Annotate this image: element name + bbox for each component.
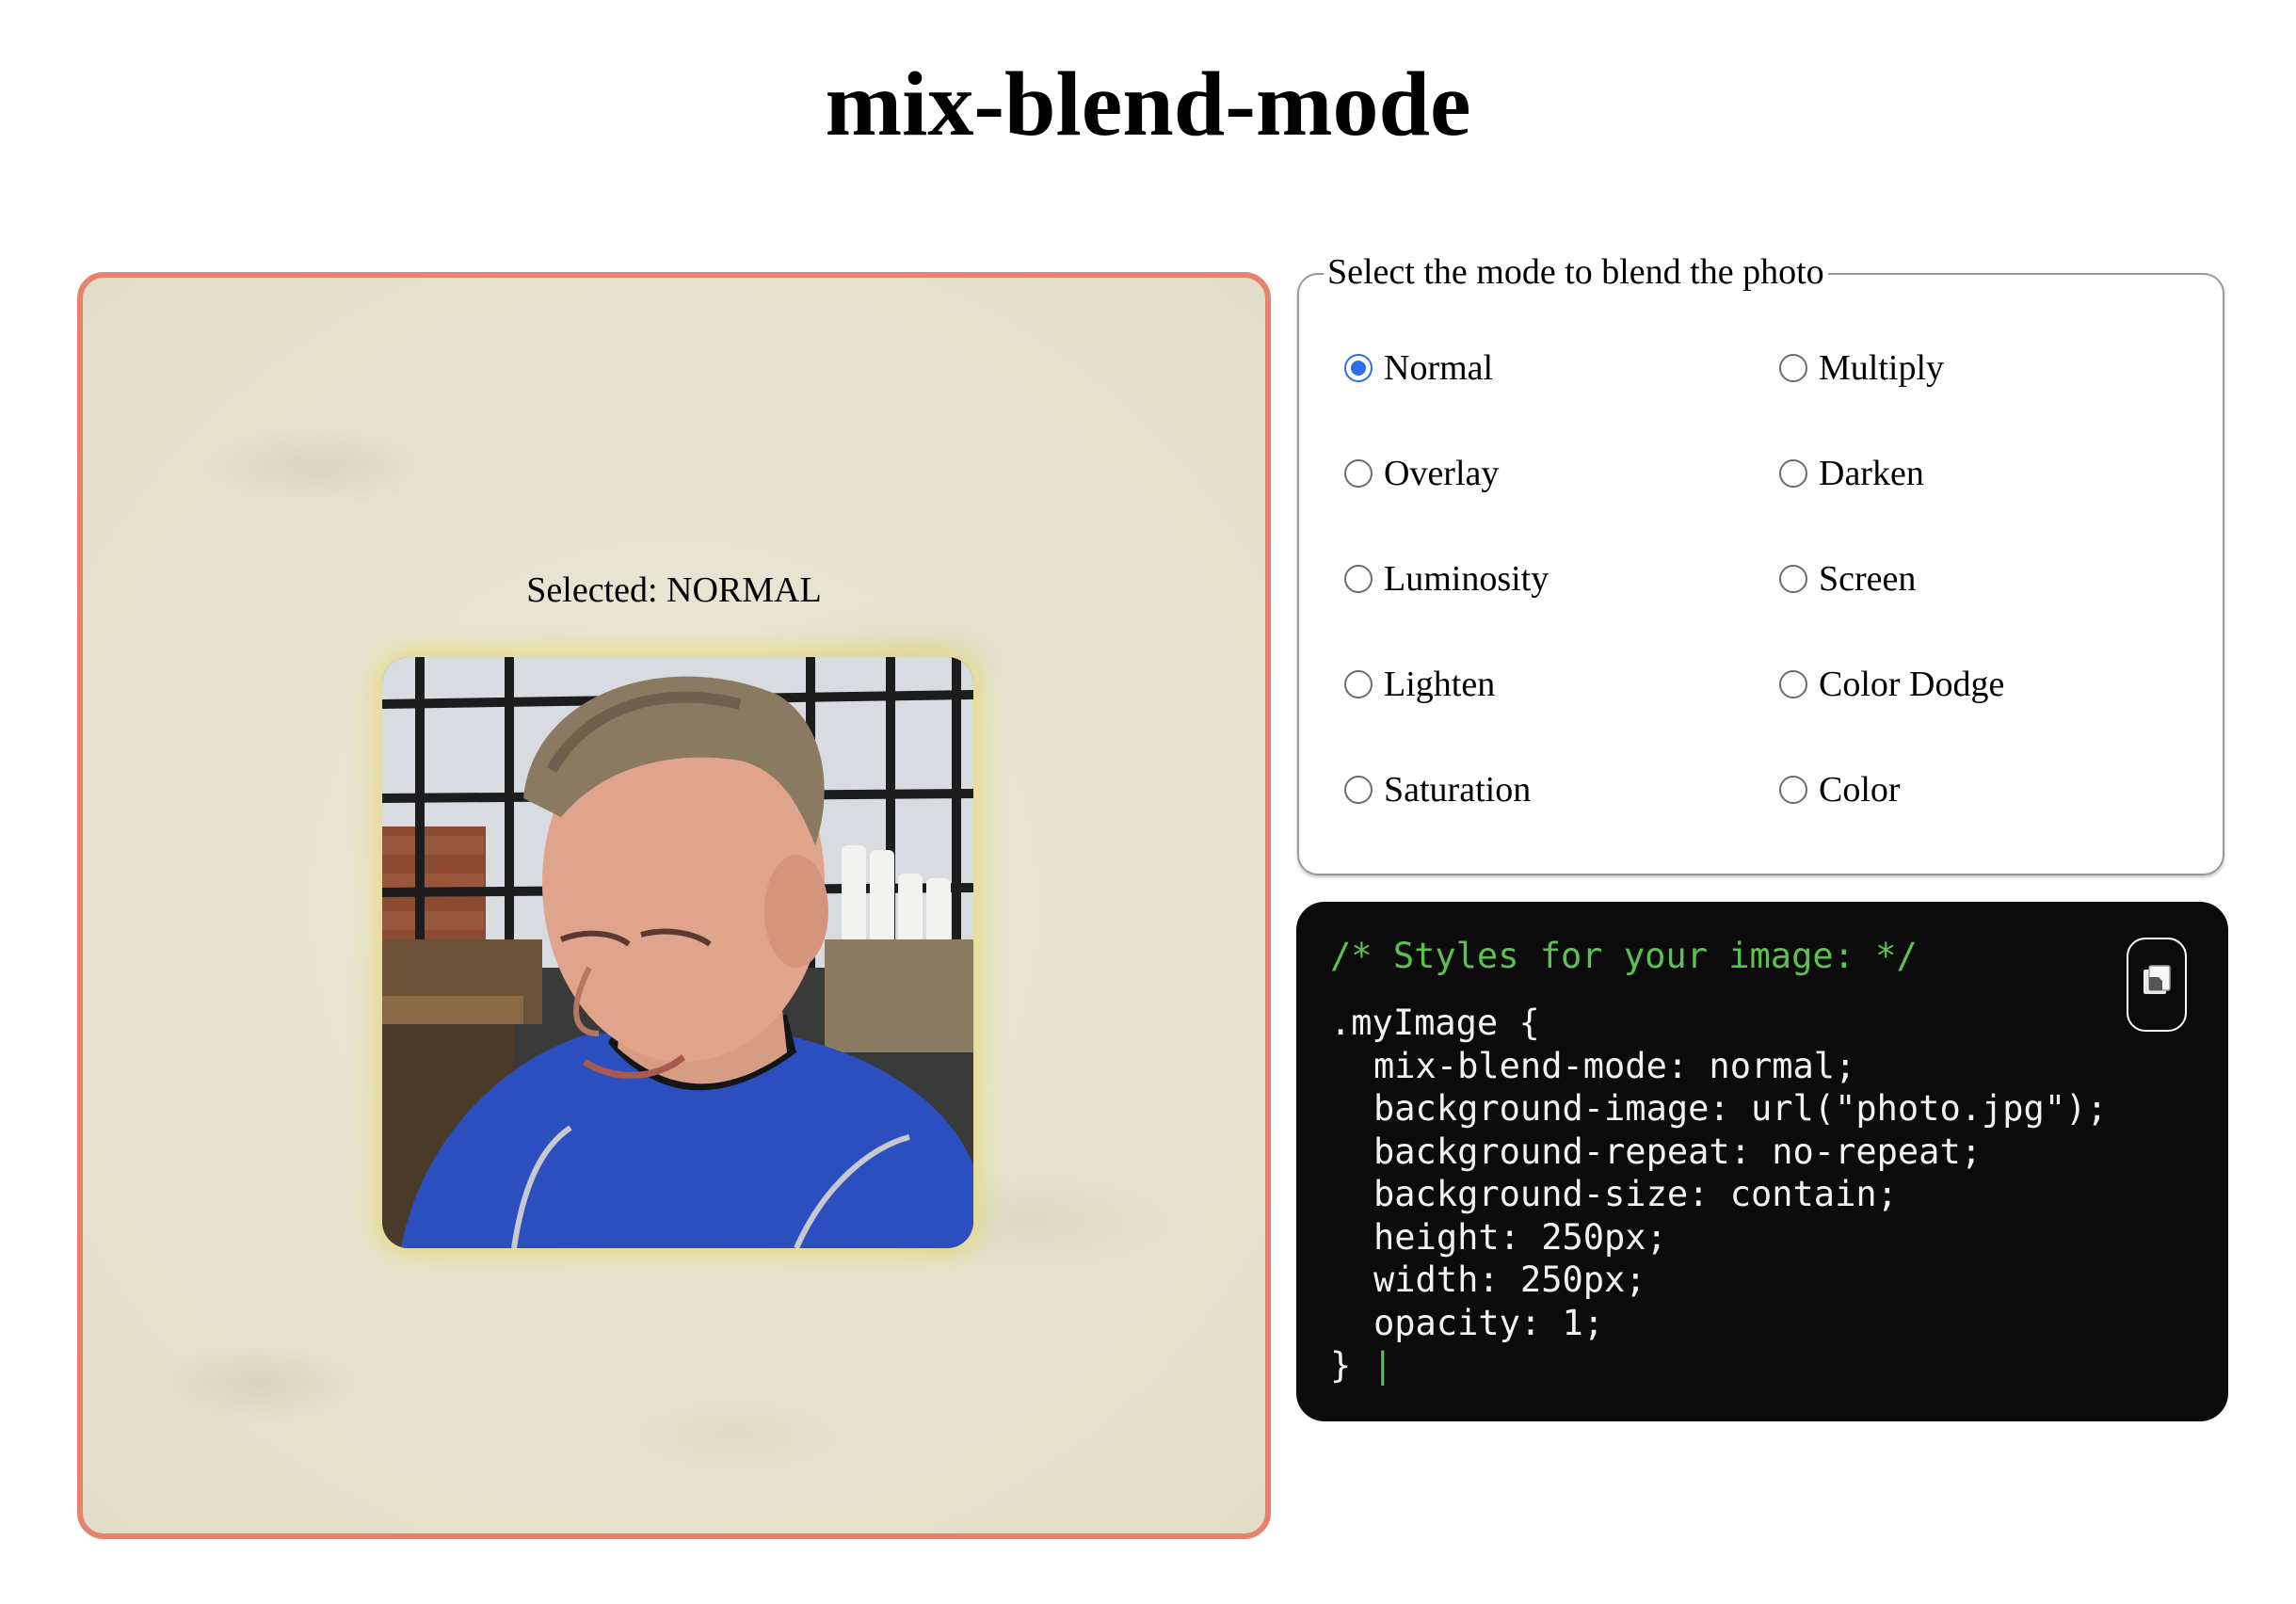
mode-option-lighten[interactable]: Lighten xyxy=(1344,666,1495,702)
code-line: height: 250px; xyxy=(1373,1216,1667,1258)
mode-label: Multiply xyxy=(1819,348,1945,388)
overlay-radio[interactable] xyxy=(1344,459,1373,488)
color-radio[interactable] xyxy=(1779,776,1807,804)
mode-option-luminosity[interactable]: Luminosity xyxy=(1344,561,1549,597)
mode-label: Color xyxy=(1819,770,1901,810)
mode-label: Darken xyxy=(1819,454,1924,493)
code-line: opacity: 1; xyxy=(1373,1302,1605,1343)
mode-label: Lighten xyxy=(1384,665,1496,704)
mode-label: Luminosity xyxy=(1384,559,1549,599)
code-line: .myImage { xyxy=(1330,1002,1540,1043)
code-body: .myImage {mix-blend-mode: normal; backgro… xyxy=(1330,1002,2108,1387)
code-line: background-size: contain; xyxy=(1373,1174,1898,1214)
code-line: } xyxy=(1330,1345,1352,1386)
mode-label: Screen xyxy=(1819,559,1917,599)
code-comment: /* Styles for your image: */ xyxy=(1330,936,1918,976)
blended-photo xyxy=(382,657,973,1248)
mode-option-color[interactable]: Color xyxy=(1779,772,1901,808)
normal-radio[interactable] xyxy=(1344,354,1373,382)
mode-label: Saturation xyxy=(1384,770,1532,810)
color-dodge-radio[interactable] xyxy=(1779,670,1807,698)
blend-mode-legend: Select the mode to blend the photo xyxy=(1324,254,1828,290)
mode-label: Overlay xyxy=(1384,454,1500,493)
css-code-panel: /* Styles for your image: */ .myImage {m… xyxy=(1296,902,2228,1421)
mode-option-darken[interactable]: Darken xyxy=(1779,456,1924,491)
text-cursor: | xyxy=(1372,1345,1393,1386)
mode-option-color-dodge[interactable]: Color Dodge xyxy=(1779,666,2004,702)
mode-option-normal[interactable]: Normal xyxy=(1344,350,1493,386)
luminosity-radio[interactable] xyxy=(1344,565,1373,593)
mode-option-overlay[interactable]: Overlay xyxy=(1344,456,1499,491)
page-title: mix-blend-mode xyxy=(825,54,1471,155)
mode-label: Color Dodge xyxy=(1819,665,2005,704)
darken-radio[interactable] xyxy=(1779,459,1807,488)
code-line: background-repeat: no-repeat; xyxy=(1373,1131,1983,1172)
mode-label: Normal xyxy=(1384,348,1494,388)
screen-radio[interactable] xyxy=(1779,565,1807,593)
code-line: background-image: url("photo.jpg"); xyxy=(1373,1088,2108,1129)
copy-button[interactable] xyxy=(2127,938,2187,1032)
code-line: width: 250px; xyxy=(1373,1259,1646,1300)
blend-preview-panel: Selected: NORMAL xyxy=(77,272,1271,1539)
saturation-radio[interactable] xyxy=(1344,776,1373,804)
lighten-radio[interactable] xyxy=(1344,670,1373,698)
blend-mode-fieldset: Select the mode to blend the photo Norma… xyxy=(1297,254,2224,875)
code-line: mix-blend-mode: normal; xyxy=(1373,1045,1856,1086)
selected-mode-label: Selected: NORMAL xyxy=(526,570,822,610)
mode-option-multiply[interactable]: Multiply xyxy=(1779,350,1944,386)
multiply-radio[interactable] xyxy=(1779,354,1807,382)
mode-option-screen[interactable]: Screen xyxy=(1779,561,1916,597)
copy-icon xyxy=(2138,962,2176,1008)
mode-option-saturation[interactable]: Saturation xyxy=(1344,772,1531,808)
